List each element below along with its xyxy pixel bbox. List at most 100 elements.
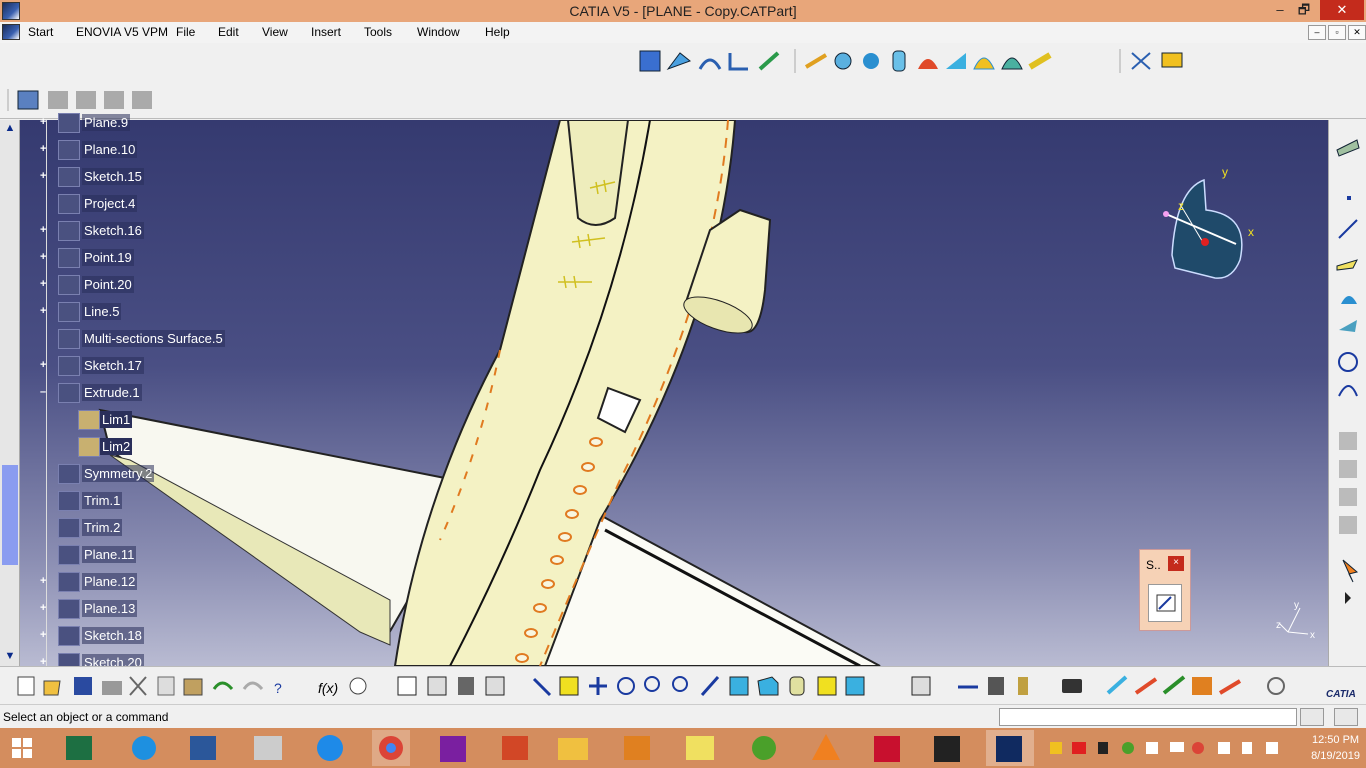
title-bar: CATIA V5 - [PLANE - Copy.CATPart] – 🗗 ✕ [0,0,1366,22]
tree-node-label: Project.4 [82,195,138,212]
status-bar: Select an object or a command [0,704,1366,728]
tree-node-label: Plane.9 [82,114,131,131]
feature-icon [58,626,80,646]
camtasia-icon[interactable] [934,736,960,762]
status-message: Select an object or a command [3,710,169,724]
expand-icon[interactable]: + [40,171,51,183]
document-icon[interactable] [2,24,20,40]
doc-close-button[interactable]: ✕ [1348,25,1366,40]
menu-edit[interactable]: Edit [218,25,239,39]
media-player-icon[interactable] [624,736,650,760]
windows-taskbar: 12:50 PM 8/19/2019 [0,728,1366,768]
tree-node-label: Plane.12 [82,573,138,590]
tree-node-label: Point.20 [82,276,134,293]
close-button[interactable]: ✕ [1320,0,1364,20]
menu-start[interactable]: Start [28,25,53,39]
expand-icon[interactable]: + [40,117,51,129]
tree-node-label: Sketch.16 [82,222,144,239]
specification-tree: + Plane.9 + Plane.10 + Sketch.15 Project.4 + Ske… [36,113,366,673]
expand-icon[interactable]: + [40,225,51,237]
standard-toolbar-left [17,90,152,110]
menu-tools[interactable]: Tools [364,25,392,39]
menu-view[interactable]: View [262,25,288,39]
surface-toolbar [804,50,1052,72]
analysis-toolbar [1131,52,1183,70]
start-icon[interactable] [12,738,32,758]
feature-icon [58,491,80,511]
triad-z-label: z [1276,620,1281,631]
tree-node-label: Lim2 [100,438,133,455]
task-manager-icon[interactable] [254,736,282,760]
compass[interactable]: y x z [1163,165,1254,279]
clock-time: 12:50 PM [1311,734,1360,746]
tree-node-label: Extrude.1 [82,384,142,401]
sketch-toolbar-close-button[interactable]: × [1168,556,1184,571]
feature-icon [58,113,80,133]
feature-icon [58,518,80,538]
tree-node-label: Line.5 [82,303,122,320]
feature-icon [58,545,80,565]
utorrent-icon[interactable] [752,736,776,760]
internet-explorer-icon[interactable] [132,736,156,760]
feature-icon [58,464,80,484]
scroll-thumb[interactable] [2,465,18,565]
standard-tools: ? f(x) [17,676,505,696]
menu-window[interactable]: Window [417,25,460,39]
expand-icon[interactable]: + [40,252,51,264]
feature-icon [58,329,80,349]
vlc-icon[interactable] [812,734,840,760]
network-icon[interactable] [317,735,343,761]
expand-icon[interactable]: + [40,279,51,291]
doc-minimize-button[interactable]: – [1308,25,1326,40]
feature-icon [58,167,80,187]
feature-icon [58,572,80,592]
expand-icon[interactable]: + [40,360,51,372]
feature-icon [58,248,80,268]
tree-node-label: Symmetry.2 [82,465,155,482]
expand-icon[interactable]: + [40,144,51,156]
menu-insert[interactable]: Insert [311,25,341,39]
sketch-button[interactable] [1148,584,1182,622]
svg-text:f(x): f(x) [318,680,338,696]
view-toolbar [639,50,780,72]
view-tools [532,676,865,697]
acrobat-icon[interactable] [874,736,900,762]
scroll-down-arrow-icon[interactable]: ▼ [2,650,18,664]
excel-icon[interactable] [66,736,92,760]
scroll-up-arrow-icon[interactable]: ▲ [2,122,18,136]
tree-node-label: Trim.1 [82,492,123,509]
tree-node-label: Point.19 [82,249,134,266]
tree-node-label: Sketch.15 [82,168,144,185]
expand-icon[interactable]: + [40,603,51,615]
file-explorer-icon[interactable] [558,738,588,760]
sketch-floating-toolbar[interactable]: S.. × [1139,549,1191,631]
tree-scrollbar[interactable]: ▲ ▼ [0,120,20,666]
feature-icon [58,194,80,214]
picsart-icon[interactable] [440,736,466,762]
tree-node-label: Trim.2 [82,519,123,536]
menu-file[interactable]: File [176,25,195,39]
expand-icon[interactable]: + [40,630,51,642]
menu-help[interactable]: Help [485,25,510,39]
taskbar-clock[interactable]: 12:50 PM 8/19/2019 [1311,732,1360,764]
expand-icon[interactable]: + [40,576,51,588]
collapse-icon[interactable]: – [40,387,51,399]
powerpoint-icon[interactable] [502,736,528,760]
compass-y-label: y [1222,165,1228,179]
sticky-notes-icon[interactable] [686,736,714,760]
feature-icon [58,140,80,160]
tree-node-label: Plane.13 [82,600,138,617]
word-icon[interactable] [190,736,216,760]
status-button-1[interactable] [1300,708,1324,726]
expand-icon[interactable]: + [40,306,51,318]
compass-z-label: z [1178,199,1184,213]
doc-restore-button[interactable]: ▫ [1328,25,1346,40]
feature-icon [78,410,100,430]
menu-enovia[interactable]: ENOVIA V5 VPM [76,25,168,39]
catia-taskbar-icon[interactable] [996,736,1022,762]
tree-node-label: Lim1 [100,411,133,428]
tree-node-label: Plane.10 [82,141,138,158]
misc-tools [911,675,1285,696]
status-button-2[interactable] [1334,708,1358,726]
command-input[interactable] [999,708,1297,726]
